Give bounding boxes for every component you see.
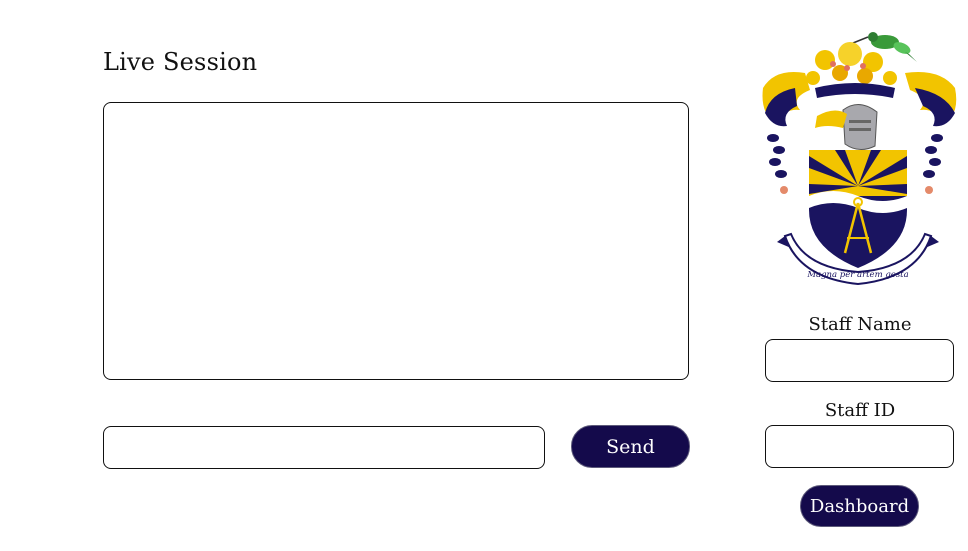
page-title: Live Session: [103, 48, 258, 76]
page: Live Session Send Magna per artem gesta …: [0, 0, 968, 551]
staff-name-input[interactable]: [765, 339, 954, 382]
message-input[interactable]: [103, 426, 545, 469]
staff-id-label: Staff ID: [824, 400, 896, 421]
shield-icon: [809, 150, 907, 268]
staff-name-label: Staff Name: [808, 314, 912, 335]
staff-id-input[interactable]: [765, 425, 954, 468]
helmet-icon: [815, 104, 878, 150]
coat-of-arms-logo: Magna per artem gesta: [762, 32, 957, 286]
send-button[interactable]: Send: [571, 425, 690, 468]
flower-wreath: [806, 42, 897, 98]
hummingbird-icon: [852, 32, 917, 62]
live-session-panel[interactable]: [103, 102, 689, 380]
dashboard-button[interactable]: Dashboard: [800, 485, 919, 527]
motto-text: Magna per artem gesta: [806, 270, 908, 280]
